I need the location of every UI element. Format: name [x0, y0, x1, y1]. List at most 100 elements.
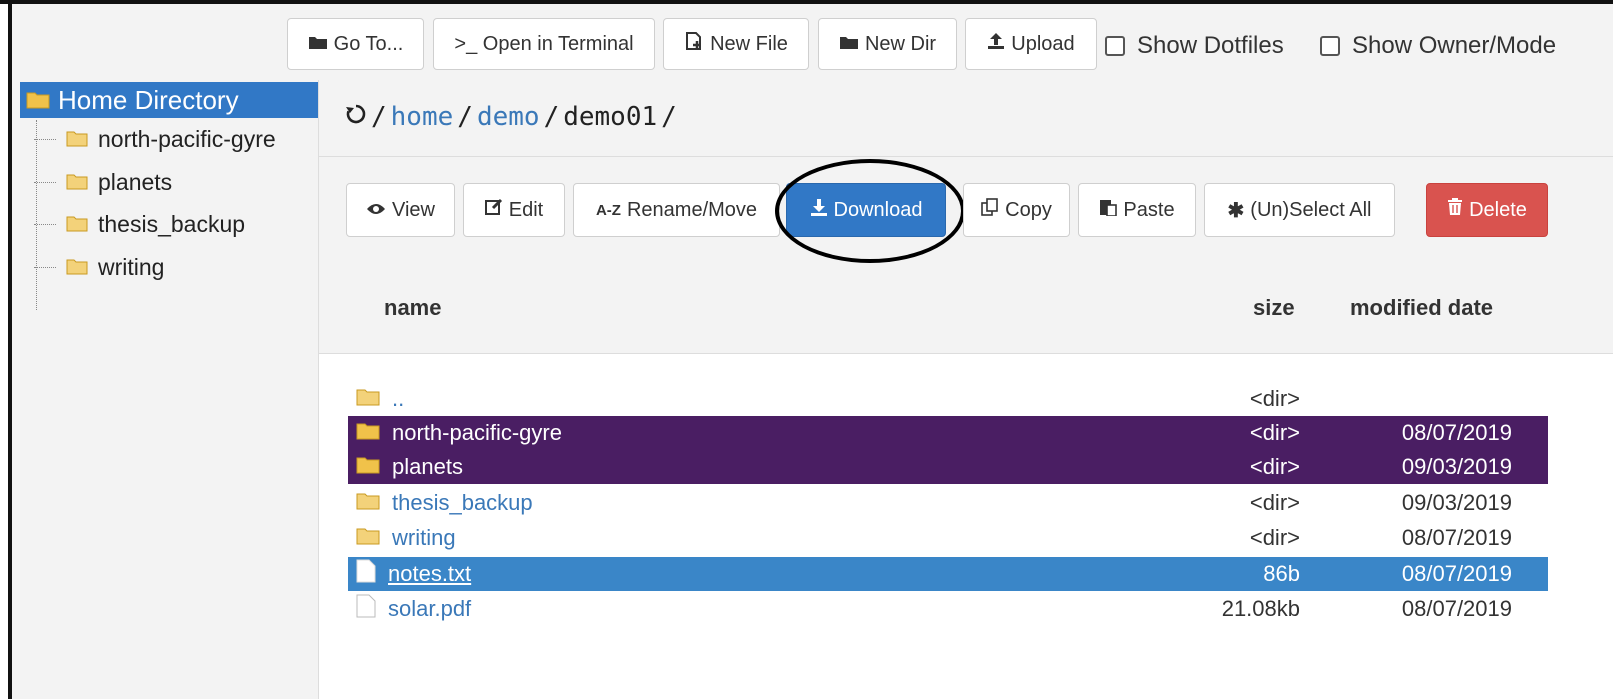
file-icon	[356, 559, 376, 589]
goto-button[interactable]: Go To...	[287, 18, 424, 70]
show-dotfiles-checkbox[interactable]: Show Dotfiles	[1105, 32, 1284, 60]
file-name[interactable]: planets	[392, 454, 463, 480]
new-dir-button[interactable]: New Dir	[818, 18, 957, 70]
path-bar: / home / demo / demo01/	[319, 80, 1613, 157]
table-row[interactable]: writing <dir> 08/07/2019	[348, 521, 1548, 555]
table-row[interactable]: planets <dir> 09/03/2019	[348, 450, 1548, 484]
rename-move-label: Rename/Move	[626, 198, 758, 221]
view-label: View	[392, 198, 435, 221]
refresh-icon[interactable]	[345, 102, 367, 132]
folder-icon	[66, 254, 88, 281]
upload-button[interactable]: Upload	[965, 18, 1097, 70]
sort-az-icon: A-Z	[595, 201, 621, 219]
folder-icon	[356, 525, 380, 551]
tree-branch	[34, 267, 56, 268]
table-row[interactable]: solar.pdf 21.08kb 08/07/2019	[348, 592, 1548, 626]
checkbox-box[interactable]	[1320, 36, 1340, 56]
action-bar: View Edit A-Z Rename/Move Download Copy …	[319, 157, 1613, 354]
breadcrumb-demo[interactable]: demo	[477, 102, 540, 132]
sidebar-home-label: Home Directory	[58, 84, 239, 115]
tree-branch	[34, 139, 56, 140]
file-name[interactable]: writing	[392, 525, 456, 551]
breadcrumb-separator: /	[661, 102, 677, 132]
column-header-name[interactable]: name	[384, 295, 441, 321]
open-terminal-button[interactable]: >_ Open in Terminal	[433, 18, 655, 70]
new-dir-label: New Dir	[864, 32, 937, 55]
top-toolbar: Go To... >_ Open in Terminal New File Ne…	[12, 4, 1613, 81]
copy-label: Copy	[1005, 198, 1052, 221]
folder-icon	[26, 85, 50, 116]
trash-icon	[1447, 198, 1463, 222]
sidebar-item-planets[interactable]: planets	[34, 169, 172, 196]
rename-move-button[interactable]: A-Z Rename/Move	[573, 183, 780, 237]
file-name[interactable]: ..	[392, 386, 404, 412]
breadcrumb-home[interactable]: home	[391, 102, 454, 132]
file-icon	[356, 594, 376, 624]
upload-label: Upload	[1011, 32, 1075, 55]
edit-icon	[484, 198, 503, 222]
file-date: 08/07/2019	[1401, 561, 1512, 586]
file-name[interactable]: thesis_backup	[392, 490, 533, 516]
goto-label: Go To...	[333, 32, 404, 55]
table-row[interactable]: north-pacific-gyre <dir> 08/07/2019	[348, 416, 1548, 450]
paste-icon	[1099, 198, 1118, 222]
breadcrumb: / home / demo / demo01/	[345, 102, 677, 132]
folder-icon	[66, 211, 88, 238]
new-file-button[interactable]: New File	[663, 18, 809, 70]
folder-icon	[839, 33, 859, 56]
select-all-button[interactable]: ✱ (Un)Select All	[1204, 183, 1395, 237]
upload-icon	[987, 32, 1005, 56]
sidebar-item-label: writing	[98, 254, 165, 280]
folder-icon	[356, 490, 380, 516]
file-name[interactable]: notes.txt	[388, 561, 471, 587]
table-row[interactable]: thesis_backup <dir> 09/03/2019	[348, 486, 1548, 520]
delete-button[interactable]: Delete	[1426, 183, 1548, 237]
file-size: <dir>	[1249, 490, 1300, 515]
sidebar-item-writing[interactable]: writing	[34, 254, 164, 281]
folder-icon	[356, 420, 380, 446]
open-terminal-label: >_ Open in Terminal	[454, 32, 634, 55]
breadcrumb-separator: /	[457, 102, 473, 132]
file-size: <dir>	[1249, 420, 1300, 445]
tree-branch	[34, 182, 56, 183]
sidebar-item-label: planets	[98, 169, 173, 195]
checkbox-box[interactable]	[1105, 36, 1125, 56]
sidebar-item-north-pacific-gyre[interactable]: north-pacific-gyre	[34, 126, 276, 153]
file-size: 21.08kb	[1221, 596, 1300, 621]
eye-icon	[366, 199, 386, 222]
sidebar-item-thesis-backup[interactable]: thesis_backup	[34, 211, 245, 238]
file-name[interactable]: solar.pdf	[388, 596, 471, 622]
view-button[interactable]: View	[346, 183, 455, 237]
column-header-modified-date[interactable]: modified date	[1350, 295, 1493, 321]
show-owner-mode-checkbox[interactable]: Show Owner/Mode	[1320, 32, 1556, 60]
edit-label: Edit	[508, 198, 544, 221]
table-row[interactable]: .. <dir>	[348, 382, 1548, 416]
table-row[interactable]: notes.txt 86b 08/07/2019	[348, 557, 1548, 591]
show-owner-mode-label: Show Owner/Mode	[1352, 32, 1557, 59]
edit-button[interactable]: Edit	[463, 183, 565, 237]
copy-button[interactable]: Copy	[963, 183, 1070, 237]
folder-icon	[356, 386, 380, 412]
asterisk-icon: ✱	[1227, 199, 1245, 222]
folder-icon	[356, 454, 380, 480]
new-file-icon	[684, 31, 704, 57]
file-name[interactable]: north-pacific-gyre	[392, 420, 562, 446]
breadcrumb-root: /	[371, 102, 387, 132]
file-size: <dir>	[1249, 386, 1300, 411]
select-all-label: (Un)Select All	[1250, 198, 1372, 221]
paste-label: Paste	[1123, 198, 1175, 221]
breadcrumb-separator: /	[543, 102, 560, 132]
file-date: 09/03/2019	[1401, 490, 1512, 515]
file-date: 09/03/2019	[1401, 454, 1512, 479]
folder-icon	[308, 33, 328, 56]
show-dotfiles-label: Show Dotfiles	[1137, 32, 1284, 59]
tree-branch	[34, 224, 56, 225]
file-size: <dir>	[1249, 525, 1300, 550]
file-size: 86b	[1263, 561, 1300, 586]
new-file-label: New File	[710, 32, 788, 55]
paste-button[interactable]: Paste	[1078, 183, 1196, 237]
column-header-size[interactable]: size	[1253, 295, 1295, 321]
copy-icon	[981, 198, 999, 222]
sidebar-item-home[interactable]: Home Directory	[20, 82, 318, 118]
folder-icon	[66, 126, 88, 153]
